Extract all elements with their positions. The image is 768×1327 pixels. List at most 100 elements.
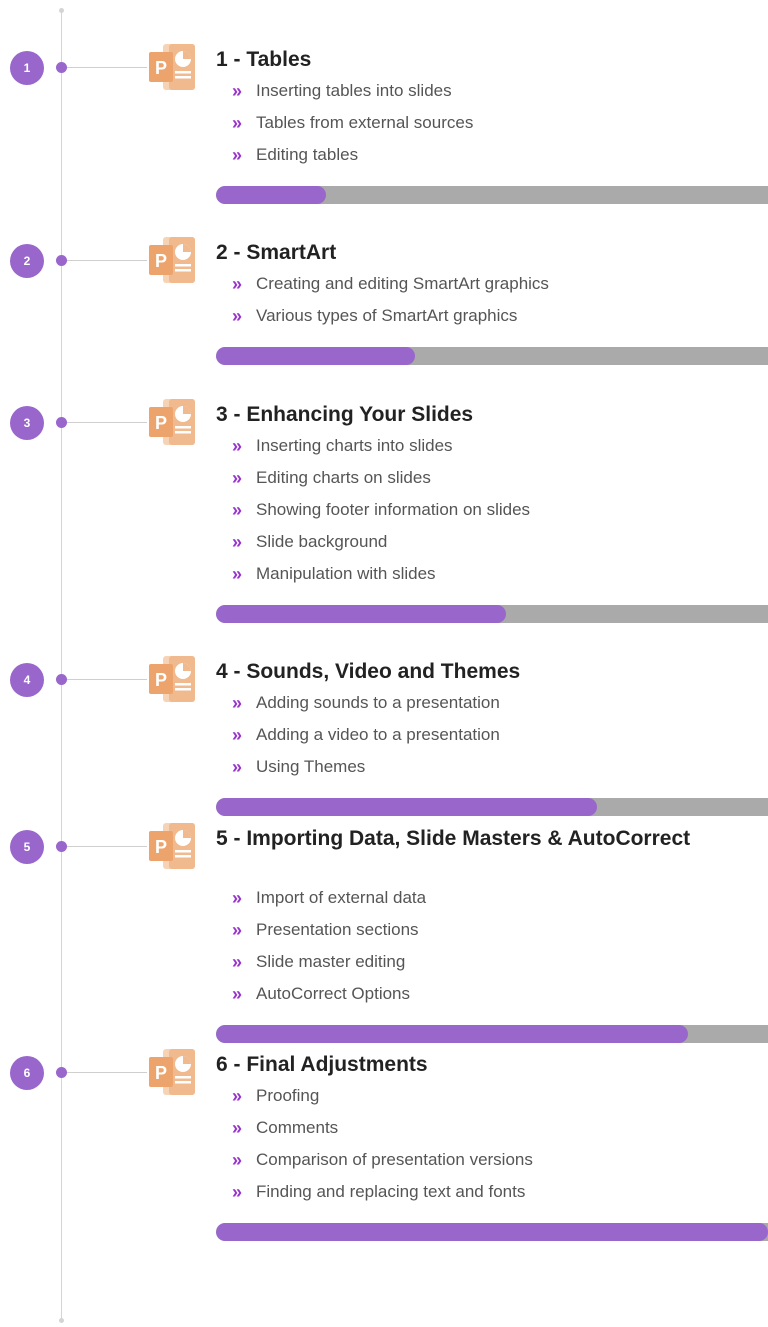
svg-text:P: P [155,1063,167,1083]
module-title: 1 - Tables [216,48,312,71]
svg-text:P: P [155,58,167,78]
timeline-connector [67,679,147,680]
lesson-item: » Presentation sections [232,914,426,946]
progress-bar [216,1223,768,1241]
svg-text:P: P [155,670,167,690]
lesson-item: » Proofing [232,1080,533,1112]
lesson-label: Manipulation with slides [256,564,436,583]
lesson-item: » Slide master editing [232,946,426,978]
lesson-label: Tables from external sources [256,113,474,132]
double-chevron-right-icon: » [232,274,243,294]
progress-bar [216,798,768,816]
lesson-list: » Inserting charts into slides » Editing ch… [232,430,530,590]
double-chevron-right-icon: » [232,564,243,584]
lesson-item: » Tables from external sources [232,107,473,139]
double-chevron-right-icon: » [232,81,243,101]
lesson-item: » AutoCorrect Options [232,978,426,1010]
lesson-item: » Manipulation with slides [232,558,530,590]
lesson-item: » Adding a video to a presentation [232,719,500,751]
progress-bar [216,347,768,365]
powerpoint-file-icon: P [149,42,197,92]
module-title: 3 - Enhancing Your Slides [216,403,474,426]
lesson-item: » Showing footer information on slides [232,494,530,526]
timeline-node-dot [56,1067,67,1078]
timeline-connector [67,422,147,423]
module-title: 2 - SmartArt [216,241,337,264]
double-chevron-right-icon: » [232,693,243,713]
double-chevron-right-icon: » [232,757,243,777]
powerpoint-file-icon: P [149,1047,197,1097]
double-chevron-right-icon: » [232,468,243,488]
double-chevron-right-icon: » [232,725,243,745]
timeline-node-dot [56,417,67,428]
lesson-list: » Creating and editing SmartArt graphics»… [232,268,549,332]
lesson-item: » Various types of SmartArt graphics [232,300,549,332]
lesson-label: Finding and replacing text and fonts [256,1182,526,1201]
lesson-list: » Inserting tables into slides » Tables fro… [232,75,473,171]
lesson-list: » Adding sounds to a presentation » Adding … [232,687,500,783]
svg-text:P: P [155,413,167,433]
lesson-label: Slide background [256,532,388,551]
progress-bar [216,605,768,623]
module-number-badge: 1 [10,51,44,85]
lesson-label: Inserting charts into slides [256,436,453,455]
lesson-item: » Inserting charts into slides [232,430,530,462]
powerpoint-file-icon: P [149,654,197,704]
lesson-label: Editing tables [256,145,359,164]
progress-bar [216,1025,768,1043]
lesson-item: » Import of external data [232,882,426,914]
lesson-label: Creating and editing SmartArt graphics [256,274,549,293]
timeline-connector [67,846,147,847]
double-chevron-right-icon: » [232,500,243,520]
double-chevron-right-icon: » [232,920,243,940]
timeline-start-dot [59,8,64,13]
module-number-badge: 5 [10,830,44,864]
double-chevron-right-icon: » [232,952,243,972]
lesson-item: » Editing charts on slides [232,462,530,494]
lesson-label: Showing footer information on slides [256,500,531,519]
lesson-item: » Using Themes [232,751,500,783]
module-number-badge: 2 [10,244,44,278]
lesson-item: » Creating and editing SmartArt graphics [232,268,549,300]
timeline-connector [67,1072,147,1073]
lesson-list: » Import of external data » Presentation se… [232,882,426,1010]
lesson-label: Presentation sections [256,920,419,939]
lesson-label: Using Themes [256,757,366,776]
timeline-node-dot [56,255,67,266]
double-chevron-right-icon: » [232,1182,243,1202]
svg-text:P: P [155,837,167,857]
timeline-node-dot [56,841,67,852]
lesson-item: » Editing tables [232,139,473,171]
module-number-badge: 4 [10,663,44,697]
lesson-label: Comments [256,1118,339,1137]
progress-bar-fill [216,605,506,623]
progress-bar-fill [216,798,597,816]
double-chevron-right-icon: » [232,1150,243,1170]
progress-bar-fill [216,1025,688,1043]
progress-bar-fill [216,1223,768,1241]
lesson-label: Various types of SmartArt graphics [256,306,518,325]
lesson-label: Proofing [256,1086,320,1105]
lesson-label: Slide master editing [256,952,406,971]
module-title: 6 - Final Adjustments [216,1053,428,1076]
double-chevron-right-icon: » [232,113,243,133]
lesson-item: » Inserting tables into slides [232,75,473,107]
timeline-end-dot [59,1318,64,1323]
timeline-connector [67,67,147,68]
lesson-list: » Proofing » Comments » Comparison of present… [232,1080,533,1208]
timeline-node-dot [56,62,67,73]
lesson-item: » Adding sounds to a presentation [232,687,500,719]
timeline-connector [67,260,147,261]
lesson-label: Adding a video to a presentation [256,725,500,744]
timeline-node-dot [56,674,67,685]
module-title: 5 - Importing Data, Slide Masters & Auto… [216,827,691,850]
double-chevron-right-icon: » [232,145,243,165]
lesson-label: Import of external data [256,888,427,907]
lesson-label: Inserting tables into slides [256,81,452,100]
lesson-label: Comparison of presentation versions [256,1150,533,1169]
lesson-item: » Comparison of presentation versions [232,1144,533,1176]
double-chevron-right-icon: » [232,888,243,908]
module-number-badge: 6 [10,1056,44,1090]
lesson-label: Adding sounds to a presentation [256,693,500,712]
lesson-label: AutoCorrect Options [256,984,411,1003]
